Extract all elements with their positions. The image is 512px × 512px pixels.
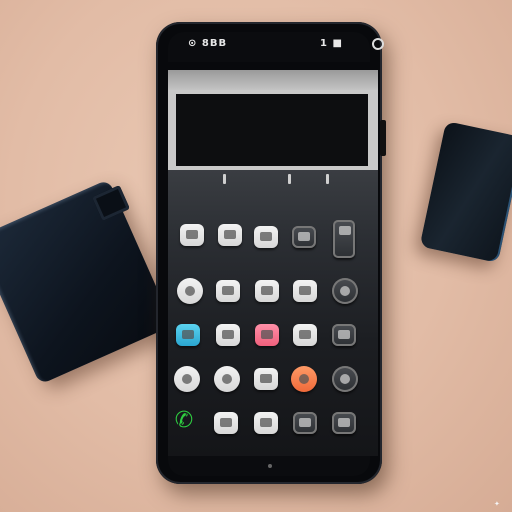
keypad-key[interactable] <box>214 412 238 434</box>
keypad-key[interactable] <box>293 324 317 346</box>
key-glyph-icon <box>222 374 232 384</box>
loose-battery-right <box>419 121 512 263</box>
phone-call-icon[interactable]: ✆ <box>172 410 196 432</box>
key-glyph-icon <box>182 330 194 339</box>
bezel-band <box>168 70 378 92</box>
indicator-tick <box>326 174 329 184</box>
keypad-key[interactable] <box>180 224 204 246</box>
keypad-key[interactable] <box>254 368 278 390</box>
keypad-key[interactable] <box>254 412 278 434</box>
keypad-key[interactable] <box>174 366 200 392</box>
key-glyph-icon <box>222 330 234 339</box>
front-camera-icon <box>372 38 384 50</box>
display-screen <box>176 94 368 166</box>
key-glyph-icon <box>338 418 350 427</box>
key-glyph-icon <box>261 330 273 339</box>
keypad-key-orange[interactable] <box>291 366 317 392</box>
keypad-tall-key[interactable] <box>333 220 355 258</box>
key-glyph-icon <box>299 330 311 339</box>
key-glyph-icon <box>260 374 272 383</box>
keypad-key[interactable] <box>214 366 240 392</box>
keypad-key[interactable] <box>218 224 242 246</box>
key-glyph-icon <box>299 286 311 295</box>
key-glyph-icon <box>298 232 310 241</box>
key-glyph-icon <box>222 286 234 295</box>
key-glyph-icon <box>182 374 192 384</box>
keypad-key[interactable] <box>177 278 203 304</box>
indicator-tick <box>288 174 291 184</box>
bottom-sensor-dot <box>268 464 272 468</box>
side-power-button[interactable] <box>380 120 386 156</box>
key-glyph-icon <box>261 286 273 295</box>
keypad-key[interactable] <box>255 280 279 302</box>
keypad-key[interactable] <box>293 280 317 302</box>
keypad-key[interactable] <box>332 278 358 304</box>
keypad-key[interactable] <box>254 226 278 248</box>
key-glyph-icon <box>299 418 311 427</box>
key-glyph-icon <box>260 418 272 427</box>
indicator-tick <box>223 174 226 184</box>
keypad-key[interactable] <box>216 324 240 346</box>
key-glyph-icon <box>299 374 309 384</box>
key-glyph-icon <box>340 374 350 384</box>
loose-battery-left <box>0 179 174 385</box>
keypad-key[interactable] <box>332 324 356 346</box>
keypad-key[interactable] <box>293 412 317 434</box>
keypad-key[interactable] <box>332 366 358 392</box>
key-glyph-icon <box>185 286 195 296</box>
key-glyph-icon <box>220 418 232 427</box>
keypad-key[interactable] <box>292 226 316 248</box>
key-glyph-icon <box>186 230 198 239</box>
key-glyph-icon <box>339 226 351 235</box>
status-bar-right-text: 1 ■ <box>320 38 343 49</box>
keypad-key[interactable] <box>216 280 240 302</box>
status-bar-left-text: ⊙ 8BB <box>188 38 228 49</box>
keypad-key-cyan[interactable] <box>176 324 200 346</box>
keypad-key-pink[interactable] <box>255 324 279 346</box>
key-glyph-icon <box>338 330 350 339</box>
key-glyph-icon <box>340 286 350 296</box>
keypad-key[interactable] <box>332 412 356 434</box>
key-glyph-icon <box>224 230 236 239</box>
key-glyph-icon <box>260 232 272 241</box>
corner-watermark-mark: ✦ <box>494 500 500 508</box>
